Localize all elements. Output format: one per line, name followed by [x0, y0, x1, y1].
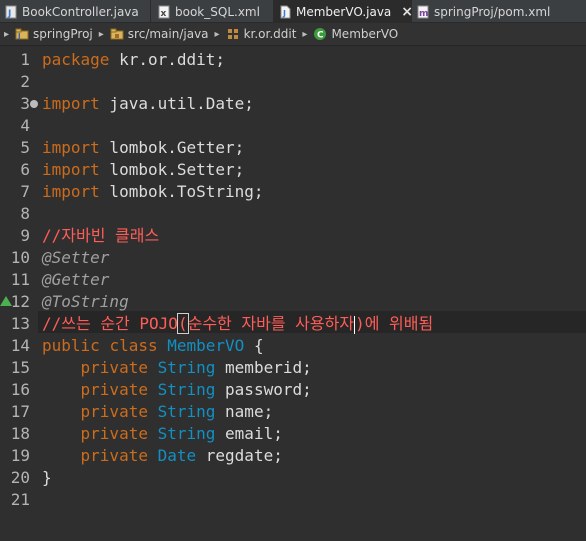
- java-class-icon: J: [4, 5, 18, 19]
- matching-bracket: (: [176, 313, 189, 334]
- source-folder-icon: [110, 27, 124, 41]
- code-line-17: private String name;: [80, 402, 274, 421]
- breadcrumb-label: src/main/java: [127, 27, 209, 41]
- line-number: 7: [20, 182, 30, 201]
- breadcrumb-label: springProj: [33, 27, 93, 41]
- breadcrumb-label: kr.or.ddit: [243, 27, 297, 41]
- project-icon: J: [15, 27, 29, 41]
- code-line-16: private String password;: [80, 380, 312, 399]
- line-number-gutter: 1 2 3 4 5 6 7 8 9 10 11 12 13 14 15 16 1…: [0, 47, 38, 541]
- code-line-5: import lombok.Getter;: [42, 138, 245, 157]
- line-number: 6: [20, 160, 30, 179]
- code-line-7: import lombok.ToString;: [42, 182, 264, 201]
- maven-pom-icon: m: [416, 5, 430, 19]
- line-number: 1: [20, 50, 30, 69]
- line-number: 12: [10, 292, 30, 311]
- line-number: 16: [10, 380, 30, 399]
- breadcrumb-item-project[interactable]: J springProj: [12, 27, 96, 41]
- tab-label: book_SQL.xml: [175, 4, 260, 19]
- code-line-1: package kr.or.ddit;: [42, 50, 226, 69]
- package-icon: [226, 27, 240, 41]
- editor-tab-bar: J BookController.java x book_SQL.xml J M…: [0, 0, 586, 23]
- java-file-icon: J: [278, 5, 292, 19]
- line-number: 13: [10, 314, 30, 333]
- code-line-11-annotation: @Getter: [42, 270, 110, 289]
- warning-marker-icon[interactable]: [0, 296, 12, 306]
- line-number: 8: [20, 204, 30, 223]
- line-number: 3: [20, 94, 30, 113]
- line-number: 2: [20, 72, 30, 91]
- code-line-15: private String memberid;: [80, 358, 312, 377]
- svg-text:m: m: [419, 9, 428, 19]
- tab-membervo[interactable]: J MemberVO.java ×: [274, 0, 413, 23]
- code-line-3: import java.util.Date;: [42, 94, 254, 113]
- breadcrumb-label: MemberVO: [331, 27, 399, 41]
- code-line-19: private Date regdate;: [80, 446, 283, 465]
- class-icon: C: [313, 27, 327, 41]
- line-number: 4: [20, 116, 30, 135]
- breadcrumb-item-source-folder[interactable]: src/main/java: [107, 27, 212, 41]
- tab-label: springProj/pom.xml: [434, 4, 551, 19]
- code-line-6: import lombok.Setter;: [42, 160, 245, 179]
- line-number: 17: [10, 402, 30, 421]
- line-number: 19: [10, 446, 30, 465]
- svg-text:J: J: [17, 32, 21, 40]
- line-number: 10: [10, 248, 30, 267]
- tab-label: BookController.java: [22, 4, 139, 19]
- line-number: 5: [20, 138, 30, 157]
- line-number: 9: [20, 226, 30, 245]
- code-line-12-annotation: @ToString: [42, 292, 129, 311]
- code-line-9-comment: //자바빈 클래스: [42, 226, 160, 245]
- code-line-14: public class MemberVO {: [42, 336, 264, 355]
- line-number: 20: [10, 468, 30, 487]
- breadcrumb-arrow-icon: ▸: [4, 28, 10, 40]
- tab-book-sql[interactable]: x book_SQL.xml: [151, 0, 274, 23]
- breadcrumb-separator-icon: ▸: [302, 28, 308, 40]
- line-number: 21: [10, 490, 30, 509]
- tab-label: MemberVO.java: [296, 4, 392, 19]
- svg-text:J: J: [282, 9, 286, 18]
- breadcrumb-item-class[interactable]: C MemberVO: [310, 27, 401, 41]
- breadcrumb-separator-icon: ▸: [214, 28, 220, 40]
- line-number: 15: [10, 358, 30, 377]
- line-number: 18: [10, 424, 30, 443]
- code-line-10-annotation: @Setter: [42, 248, 110, 267]
- line-number: 14: [10, 336, 30, 355]
- svg-text:C: C: [317, 31, 324, 41]
- breadcrumb-item-package[interactable]: kr.or.ddit: [223, 27, 300, 41]
- xml-file-icon: x: [157, 5, 171, 19]
- svg-text:x: x: [161, 9, 167, 19]
- code-line-20: }: [42, 468, 52, 487]
- tab-pom[interactable]: m springProj/pom.xml: [412, 0, 586, 23]
- svg-text:J: J: [7, 9, 11, 19]
- code-line-13-comment: //쓰는 순간 POJO(순수한 자바를 사용하자)에 위배됨: [42, 313, 434, 334]
- code-line-18: private String email;: [80, 424, 283, 443]
- breadcrumb-separator-icon: ▸: [98, 28, 104, 40]
- tab-bookcontroller[interactable]: J BookController.java: [0, 0, 151, 23]
- code-editor[interactable]: 1 2 3 4 5 6 7 8 9 10 11 12 13 14 15 16 1…: [0, 47, 586, 541]
- breadcrumb: ▸ J springProj ▸ src/main/java ▸ kr.or.d…: [0, 23, 586, 46]
- line-number: 11: [10, 270, 30, 289]
- fold-collapse-icon[interactable]: [30, 100, 38, 108]
